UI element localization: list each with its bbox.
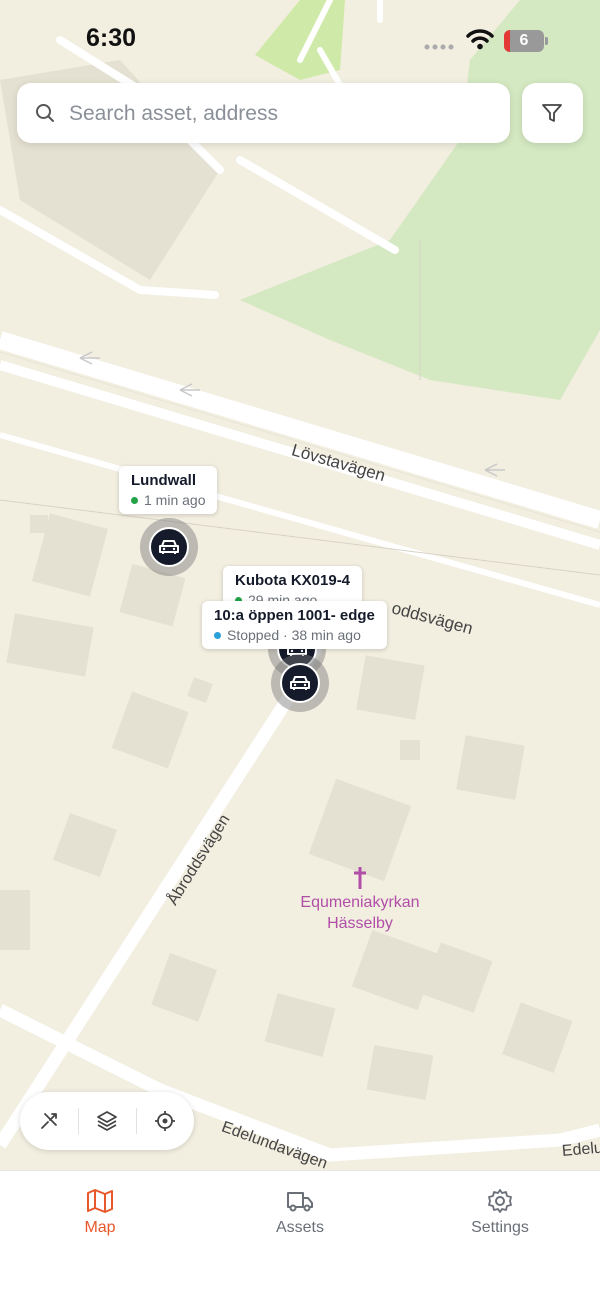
filter-button[interactable] bbox=[522, 83, 583, 143]
car-icon bbox=[290, 676, 310, 690]
map-icon bbox=[87, 1189, 113, 1213]
layers-icon bbox=[97, 1111, 117, 1131]
map-tools bbox=[20, 1092, 194, 1150]
status-dot bbox=[214, 632, 221, 639]
asset-status: 1 min ago bbox=[131, 492, 205, 508]
church-icon bbox=[354, 867, 366, 889]
truck-icon bbox=[287, 1192, 313, 1212]
crosshair-icon bbox=[155, 1111, 175, 1131]
asset-marker-lundwall[interactable] bbox=[140, 518, 198, 576]
map-view[interactable]: Lövstavägen oddsvägen Åbroddsvägen Edelu… bbox=[0, 0, 600, 1170]
status-bar: 6:30 6 bbox=[0, 0, 600, 80]
battery-level: 6 bbox=[519, 32, 529, 49]
battery-cap bbox=[545, 37, 548, 45]
asset-status-text: 1 min ago bbox=[144, 492, 206, 508]
search-icon bbox=[36, 104, 54, 122]
cellular-signal-icon bbox=[424, 44, 454, 50]
asset-marker-inner bbox=[280, 663, 320, 703]
asset-name: Kubota KX019-4 bbox=[235, 572, 351, 589]
poi-label[interactable]: Equmeniakyrkan Hässelby bbox=[290, 892, 430, 934]
tab-label: Settings bbox=[471, 1219, 529, 1236]
asset-marker-inner bbox=[149, 527, 189, 567]
status-time: 6:30 bbox=[86, 24, 137, 52]
gear-icon bbox=[488, 1189, 512, 1213]
street-label-edelund-partial: Edelu bbox=[561, 1139, 600, 1160]
tab-label: Assets bbox=[275, 1219, 324, 1236]
battery-icon: 6 bbox=[504, 30, 544, 52]
asset-status-text: Stopped · 38 min ago bbox=[227, 627, 361, 643]
layers-button[interactable] bbox=[78, 1092, 136, 1150]
car-icon bbox=[159, 540, 179, 554]
poi-name: Equmeniakyrkan bbox=[300, 894, 420, 911]
search-input[interactable] bbox=[67, 93, 491, 135]
tab-settings[interactable]: Settings bbox=[400, 1171, 600, 1261]
asset-callout-10a[interactable]: 10:a öppen 1001- edge Stopped · 38 min a… bbox=[202, 601, 387, 649]
tab-label: Map bbox=[84, 1219, 116, 1236]
tab-assets[interactable]: Assets bbox=[200, 1171, 400, 1261]
poi-area: Hässelby bbox=[327, 915, 393, 932]
search-bar[interactable] bbox=[17, 83, 510, 143]
route-icon bbox=[41, 1113, 57, 1129]
asset-name: 10:a öppen 1001- edge bbox=[214, 607, 375, 624]
asset-name: Lundwall bbox=[131, 472, 196, 489]
route-button[interactable] bbox=[20, 1092, 78, 1150]
wifi-icon bbox=[466, 29, 494, 50]
asset-callout-lundwall[interactable]: Lundwall 1 min ago bbox=[119, 466, 218, 514]
filter-icon bbox=[542, 104, 562, 122]
status-dot bbox=[131, 497, 138, 504]
locate-button[interactable] bbox=[136, 1092, 194, 1150]
asset-status: Stopped · 38 min ago bbox=[214, 627, 375, 643]
tab-map[interactable]: Map bbox=[0, 1171, 200, 1261]
tab-bar: Map Assets Settings bbox=[0, 1170, 600, 1301]
asset-marker-10a[interactable] bbox=[271, 654, 329, 712]
